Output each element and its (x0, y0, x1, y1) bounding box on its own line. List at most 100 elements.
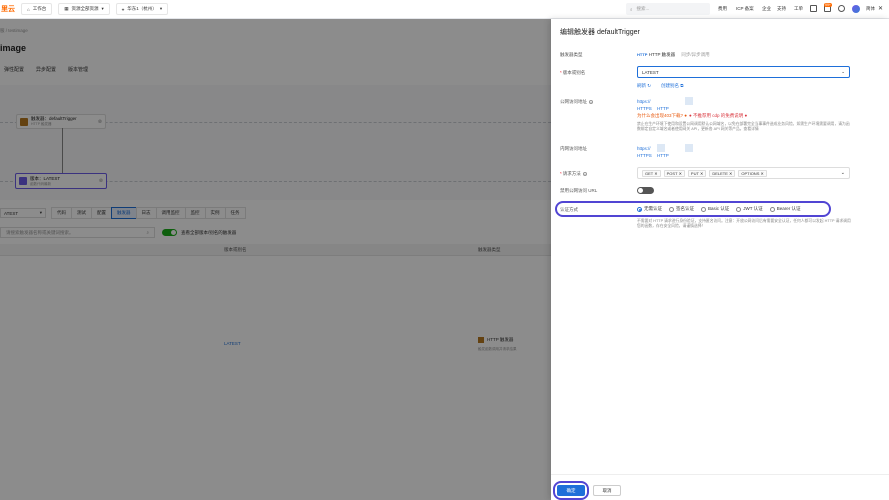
method-label-text: 请求方法 (562, 171, 581, 176)
auth-option-label: 签名认证 (676, 206, 694, 211)
auth-option-label: 无需认证 (644, 206, 662, 211)
notification-badge: 99+ (824, 3, 832, 7)
internal-url[interactable]: https:// (637, 146, 651, 151)
modal-overlay[interactable] (0, 19, 551, 500)
create-alias-link[interactable]: 创建别名 ⧉ (661, 83, 683, 89)
method-tag-label: PUT (690, 170, 699, 176)
chevron-down-icon: ⌄ (840, 170, 845, 176)
error-icon: ● (689, 113, 692, 118)
copy-icon[interactable] (657, 144, 665, 152)
auth-option-jwt[interactable]: JWT 认证 (736, 206, 763, 212)
version-label-text: 版本或别名 (562, 70, 586, 75)
method-tag-put[interactable]: PUT ✕ (687, 169, 707, 177)
radio-icon (736, 206, 742, 212)
auth-option-signature[interactable]: 签名认证 (669, 206, 694, 212)
auth-option-basic[interactable]: Basic 认证 (701, 206, 729, 212)
public-url-http[interactable]: HTTP (657, 106, 669, 111)
public-url[interactable]: https:// (637, 99, 651, 104)
public-url-label: 公网访问地址? (560, 99, 593, 105)
method-tag-label: POST (666, 170, 678, 176)
create-alias-text: 创建别名 (661, 83, 679, 88)
disable-url-label: 禁用公网访问 URL (560, 188, 598, 193)
radio-icon (669, 206, 674, 212)
close-icon[interactable]: ✕ (878, 5, 883, 12)
auth-radio-group: 无需认证 签名认证 Basic 认证 JWT 认证 Bearer 认证 (637, 206, 800, 212)
trigger-type-text: HTTP 触发器 (648, 52, 676, 57)
internal-url-http[interactable]: HTTP (657, 153, 669, 158)
chevron-down-icon: ▾ (101, 6, 104, 11)
auth-option-none[interactable]: 无需认证 (637, 206, 662, 212)
version-alias-select[interactable]: LATEST ⌄ (637, 66, 850, 78)
nav-link-ticket[interactable]: 工单 (794, 6, 803, 12)
auth-option-label: Bearer 认证 (776, 206, 801, 211)
refresh-icon: ↻ (647, 83, 652, 88)
method-tag-delete[interactable]: DELETE ✕ (709, 169, 736, 177)
nav-link-icp[interactable]: ICP 备案 (736, 6, 754, 12)
edit-trigger-drawer: ✕ 编辑触发器 defaultTrigger 触发器类型 HTTP HTTP 触… (551, 6, 889, 500)
public-url-https[interactable]: HTTPS (637, 106, 652, 111)
avatar[interactable] (852, 5, 860, 13)
help-icon[interactable] (838, 5, 845, 12)
location-icon: ⌖ (121, 6, 125, 12)
refresh-link[interactable]: 刷新 ↻ (637, 83, 651, 89)
auth-option-label: JWT 认证 (743, 206, 763, 211)
workbench-button[interactable]: ⌂ 工作台 (21, 3, 53, 15)
trigger-type-value: HTTP HTTP 触发器 同步/异步调用 (637, 52, 710, 58)
auth-option-bearer[interactable]: Bearer 认证 (769, 206, 801, 212)
resource-group-select[interactable]: ▦ 资源全部资源 ▾ (58, 3, 110, 15)
external-link-icon: ⧉ (680, 83, 684, 88)
public-url-warning[interactable]: 为什么会出现403下载? ● (637, 113, 687, 119)
logo[interactable]: 里云 (1, 4, 15, 14)
warning-icon: ● (684, 113, 687, 118)
public-url-error[interactable]: ● 不推荐用 cdp 的免费说明 ● (689, 113, 747, 119)
public-url-note: 禁止在生产环境下使用和设置公网调用默认公网域名，以免在部署完全当事事件造成业务风… (637, 122, 850, 131)
region-select[interactable]: ⌖ 华东1（杭州） ▾ (115, 3, 169, 15)
method-tag-label: OPTIONS (741, 170, 760, 176)
resource-group-label: 资源全部资源 (71, 6, 99, 11)
internal-url-label: 内网访问地址 (560, 146, 587, 151)
internal-url-https[interactable]: HTTPS (637, 153, 652, 158)
global-search[interactable]: ⌕ 搜索... (626, 3, 710, 15)
method-tag-get[interactable]: GET ✕ (642, 169, 661, 177)
method-label: *请求方法? (560, 171, 587, 177)
chevron-down-icon: ⌄ (841, 69, 845, 74)
drawer-title: 编辑触发器 defaultTrigger (560, 29, 640, 36)
nav-link-support[interactable]: 支持 (777, 6, 786, 12)
auth-label: 认证方式 (560, 207, 578, 212)
method-tag-options[interactable]: OPTIONS ✕ (738, 169, 767, 177)
copy-icon[interactable] (685, 144, 693, 152)
nav-link-enterprise[interactable]: 企业 (762, 6, 771, 12)
auth-note: 不需要对 HTTP 请求进行身份验证，支持匿名访问。注意：开放公网访问后有需要安… (637, 219, 851, 228)
search-placeholder: 搜索... (636, 6, 650, 11)
message-icon[interactable] (810, 5, 817, 12)
cancel-button[interactable]: 取消 (593, 485, 621, 496)
radio-icon (769, 206, 775, 212)
public-url-warn-text: 为什么会出现403下载? (637, 113, 684, 118)
language-select[interactable]: 简体 (866, 6, 875, 12)
version-select-value: LATEST (642, 69, 659, 75)
method-tag-label: DELETE (712, 170, 728, 176)
chevron-down-icon: ▾ (159, 6, 163, 11)
refresh-link-text: 刷新 (637, 83, 646, 88)
help-icon[interactable]: ? (589, 99, 593, 105)
help-icon[interactable]: ? (582, 171, 587, 177)
drawer-footer-divider (551, 474, 889, 475)
region-label: 华东1（杭州） (127, 6, 157, 11)
http-trigger-icon: HTTP (637, 52, 648, 57)
confirm-button[interactable]: 确定 (557, 485, 585, 496)
grid-icon: ▦ (64, 6, 69, 11)
radio-checked-icon (637, 206, 642, 212)
top-bar: 里云 ⌂ 工作台 ▦ 资源全部资源 ▾ ⌖ 华东1（杭州） ▾ ⌕ 搜索... … (0, 0, 889, 19)
copy-icon[interactable] (685, 97, 693, 105)
auth-option-label: Basic 认证 (708, 206, 730, 211)
nav-link-fees[interactable]: 费用 (718, 6, 727, 12)
method-multiselect[interactable]: GET ✕ POST ✕ PUT ✕ DELETE ✕ OPTIONS ✕ ⌄ (637, 167, 850, 179)
radio-icon (701, 206, 706, 212)
trigger-type-note: 同步/异步调用 (681, 52, 710, 57)
workbench-label: 工作台 (32, 6, 47, 11)
method-tag-post[interactable]: POST ✕ (663, 169, 685, 177)
trigger-type-label: 触发器类型 (560, 52, 583, 57)
public-url-label-text: 公网访问地址 (560, 99, 587, 104)
disable-public-url-switch[interactable] (637, 187, 654, 194)
method-tag-label: GET (645, 170, 654, 176)
